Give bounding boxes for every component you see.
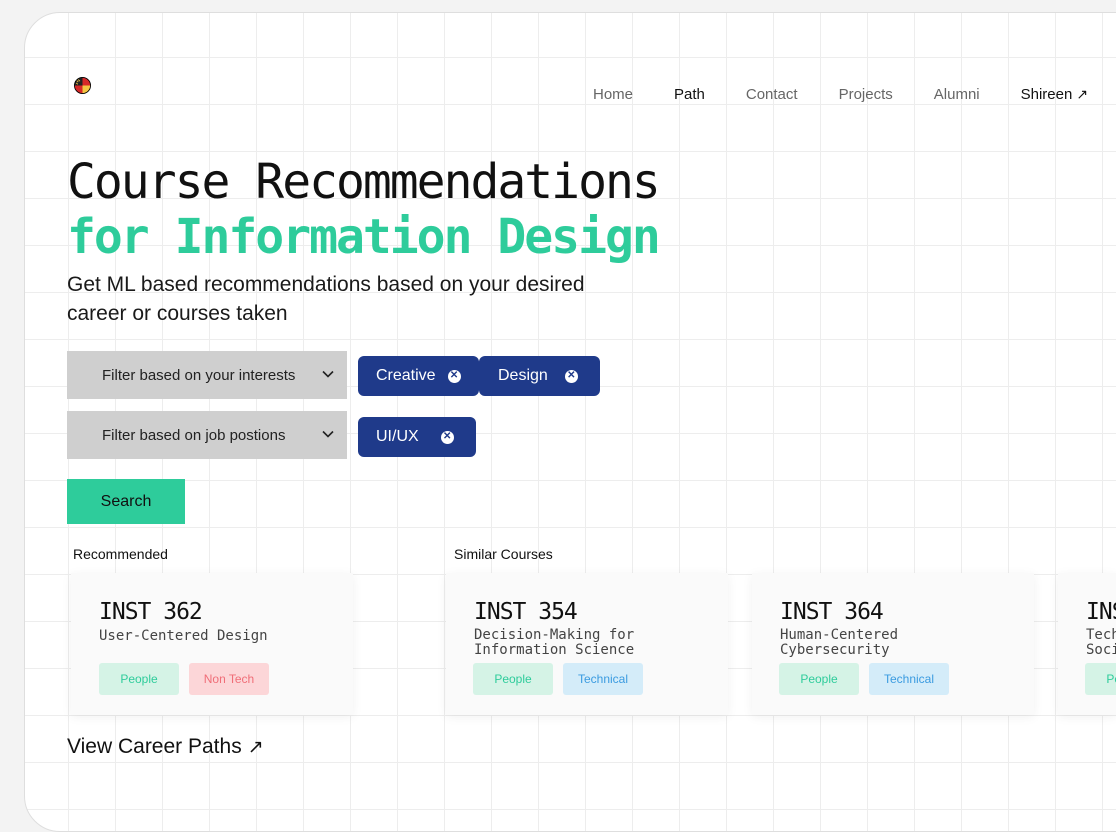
tag-non-tech: Non Tech xyxy=(189,663,269,695)
chip-design[interactable]: Design ✕ xyxy=(479,356,600,396)
jobs-filter-dropdown[interactable]: Filter based on job postions xyxy=(67,411,347,459)
nav-path[interactable]: Path xyxy=(674,86,705,103)
maryland-logo[interactable] xyxy=(74,77,91,94)
chip-uiux[interactable]: UI/UX ✕ xyxy=(358,417,476,457)
chip-label: Creative xyxy=(376,367,436,384)
jobs-filter-label: Filter based on job postions xyxy=(102,426,286,444)
page-description: Get ML based recommendations based on yo… xyxy=(67,273,585,325)
recommended-label: Recommended xyxy=(73,546,168,562)
course-card[interactable]: INST 362 User-Centered Design People Non… xyxy=(71,573,353,715)
nav-contact[interactable]: Contact xyxy=(746,86,798,103)
chevron-down-icon xyxy=(322,370,334,378)
interests-filter-label: Filter based on your interests xyxy=(102,366,296,384)
view-career-paths-link[interactable]: View Career Paths ↗ xyxy=(67,735,264,759)
tag-people: People xyxy=(779,663,859,695)
course-code: INST xyxy=(1086,599,1116,625)
nav-projects[interactable]: Projects xyxy=(839,86,893,103)
course-name: Human-Centered Cybersecurity xyxy=(780,627,899,658)
tag-people: People xyxy=(1085,663,1116,695)
search-button[interactable]: Search xyxy=(67,479,185,524)
close-icon[interactable]: ✕ xyxy=(564,369,578,383)
nav-home[interactable]: Home xyxy=(593,86,633,103)
nav-alumni[interactable]: Alumni xyxy=(934,86,980,103)
course-name: Decision-Making for Information Science xyxy=(474,627,635,658)
course-name: User-Centered Design xyxy=(99,628,268,644)
interests-filter-dropdown[interactable]: Filter based on your interests xyxy=(67,351,347,399)
career-link-label: View Career Paths xyxy=(67,735,242,758)
close-icon[interactable]: ✕ xyxy=(440,430,454,444)
chevron-down-icon xyxy=(322,430,334,438)
arrow-up-right-icon: ↗ xyxy=(1076,86,1089,102)
course-code: INST 364 xyxy=(780,599,884,625)
course-code: INST 362 xyxy=(99,599,203,625)
tag-technical: Technical xyxy=(563,663,643,695)
arrow-up-right-icon: ↗ xyxy=(247,737,264,758)
tag-people: People xyxy=(473,663,553,695)
main-nav: Home Path Contact Projects Alumni Shiree… xyxy=(593,86,1088,103)
similar-courses-label: Similar Courses xyxy=(454,546,553,562)
chip-label: Design xyxy=(498,367,548,384)
nav-user[interactable]: Shireen ↗ xyxy=(1021,86,1088,103)
course-code: INST 354 xyxy=(474,599,578,625)
course-card[interactable]: INST 354 Decision-Making for Information … xyxy=(446,573,728,715)
tag-people: People xyxy=(99,663,179,695)
chip-label: UI/UX xyxy=(376,428,419,445)
tag-technical: Technical xyxy=(869,663,949,695)
course-name: Tech Soci xyxy=(1086,627,1116,658)
course-card[interactable]: INST 364 Human-Centered Cybersecurity Peo… xyxy=(752,573,1034,715)
page-title: Course Recommendations xyxy=(67,154,661,210)
nav-user-name: Shireen xyxy=(1020,86,1073,103)
close-icon[interactable]: ✕ xyxy=(447,369,461,383)
chip-creative[interactable]: Creative ✕ xyxy=(358,356,479,396)
course-card[interactable]: INST TechSoci People xyxy=(1058,573,1116,715)
page-subtitle: for Information Design xyxy=(67,209,661,265)
